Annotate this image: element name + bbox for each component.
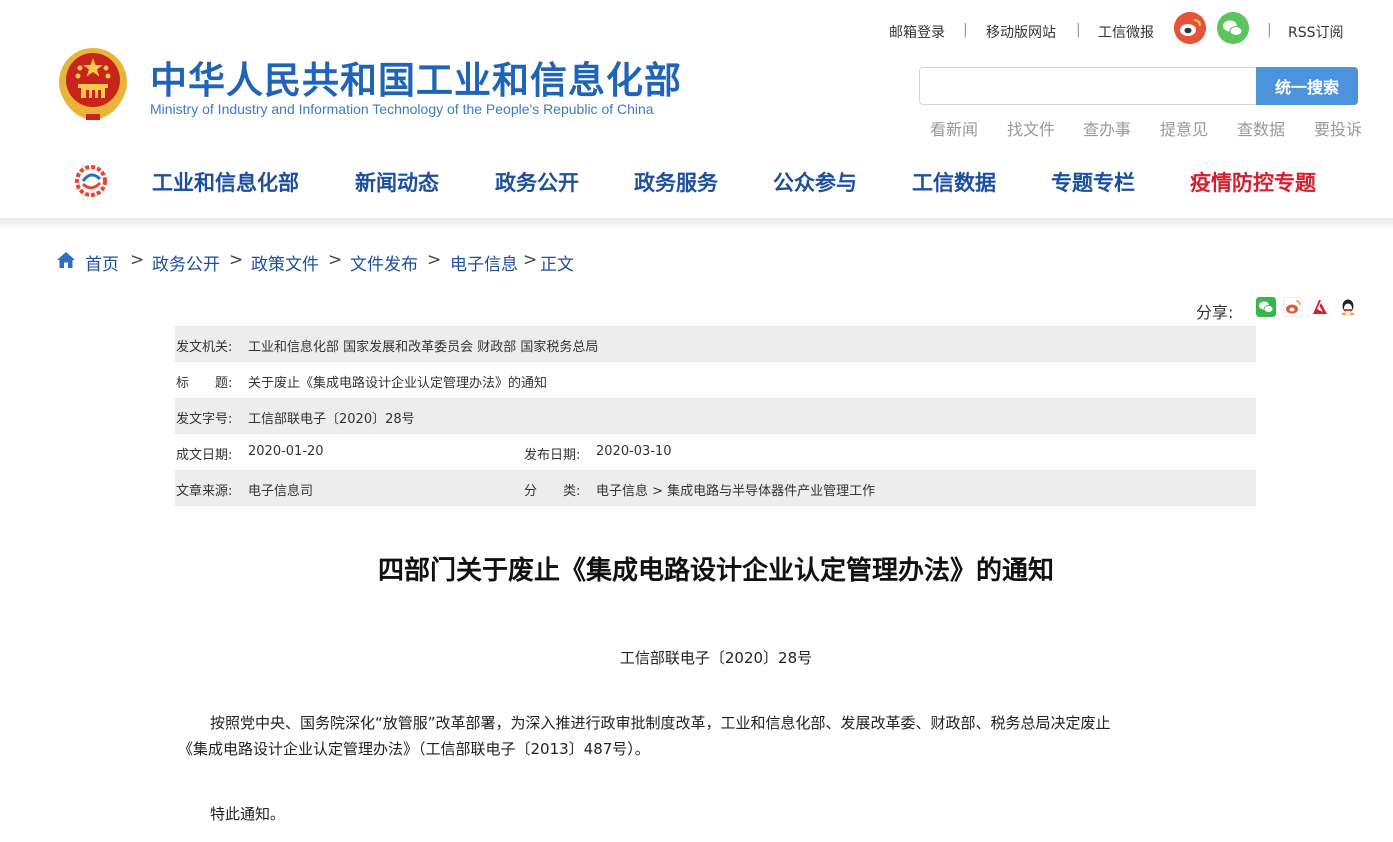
written-date-value: 2020-01-20	[248, 444, 324, 459]
article-title: 四部门关于废止《集成电路设计企业认定管理办法》的通知	[377, 556, 1054, 586]
breadcrumb-separator: >	[523, 250, 538, 270]
site-subtitle: Ministry of Industry and Information Tec…	[150, 101, 654, 117]
divider: |	[963, 22, 968, 38]
search-input[interactable]	[919, 67, 1257, 105]
info-row-source: 文章来源: 电子信息司 分 类: 电子信息 > 集成电路与半导体器件产业管理工作	[175, 470, 1256, 506]
breadcrumb-separator: >	[328, 250, 343, 270]
divider: |	[1267, 22, 1272, 38]
share-label: 分享:	[1196, 303, 1234, 322]
title-value: 关于废止《集成电路设计企业认定管理办法》的通知	[248, 376, 548, 391]
ministry-logo-icon[interactable]	[73, 164, 109, 198]
quick-link-files[interactable]: 找文件	[1007, 116, 1055, 140]
wechat-icon[interactable]	[1217, 12, 1249, 44]
breadcrumb-current: 正文	[540, 255, 574, 275]
breadcrumb-separator: >	[427, 250, 442, 270]
breadcrumb-separator: >	[130, 250, 145, 270]
category-value: 电子信息 > 集成电路与半导体器件产业管理工作	[596, 484, 876, 499]
search-button[interactable]: 统一搜索	[1256, 67, 1358, 105]
rss-link[interactable]: RSS订阅	[1288, 22, 1344, 42]
source-value: 电子信息司	[248, 484, 314, 499]
breadcrumb-public-affairs[interactable]: 政务公开	[152, 250, 220, 275]
category-label: 分 类:	[524, 484, 581, 499]
article-doc-number: 工信部联电子〔2020〕28号	[619, 649, 813, 667]
nav-item-participation[interactable]: 公众参与	[773, 167, 857, 197]
source-label: 文章来源:	[176, 484, 233, 499]
breadcrumb-separator: >	[229, 250, 244, 270]
nav-item-news[interactable]: 新闻动态	[355, 167, 439, 197]
weibo-icon[interactable]	[1283, 297, 1303, 317]
wechat-icon[interactable]	[1256, 297, 1276, 317]
document-info-table: 发文机关: 工业和信息化部 国家发展和改革委员会 财政部 国家税务总局 标 题:…	[175, 326, 1256, 506]
nav-item-data[interactable]: 工信数据	[912, 167, 996, 197]
info-row-number: 发文字号: 工信部联电子〔2020〕28号	[175, 398, 1256, 434]
issuer-label: 发文机关:	[176, 340, 233, 355]
number-label: 发文字号:	[176, 412, 233, 427]
home-icon[interactable]	[56, 251, 76, 269]
renren-icon[interactable]	[1310, 297, 1330, 317]
info-row-title: 标 题: 关于废止《集成电路设计企业认定管理办法》的通知	[175, 362, 1256, 398]
quick-link-data[interactable]: 查数据	[1237, 116, 1285, 140]
title-label: 标 题:	[176, 376, 233, 391]
nav-item-epidemic[interactable]: 疫情防控专题	[1190, 167, 1316, 197]
published-date-value: 2020-03-10	[596, 444, 672, 459]
mobile-site-link[interactable]: 移动版网站	[986, 22, 1056, 42]
number-value: 工信部联电子〔2020〕28号	[248, 412, 415, 427]
weibo-news-link[interactable]: 工信微报	[1098, 22, 1154, 42]
nav-item-services[interactable]: 政务服务	[634, 167, 718, 197]
quick-link-services[interactable]: 查办事	[1083, 116, 1131, 140]
breadcrumb-policy-files[interactable]: 政策文件	[251, 250, 319, 275]
qq-icon[interactable]	[1338, 297, 1358, 317]
article-closing: 特此通知。	[210, 805, 286, 823]
breadcrumb-electronics[interactable]: 电子信息	[450, 250, 518, 275]
quick-link-complaint[interactable]: 要投诉	[1314, 116, 1362, 140]
weibo-icon[interactable]	[1174, 12, 1206, 44]
top-links: 邮箱登录 | 移动版网站 | 工信微报 | RSS订阅	[833, 10, 1393, 50]
breadcrumb-file-release[interactable]: 文件发布	[350, 250, 418, 275]
issuer-value: 工业和信息化部 国家发展和改革委员会 财政部 国家税务总局	[248, 340, 599, 355]
site-header: 中华人民共和国工业和信息化部 Ministry of Industry and …	[0, 0, 1393, 220]
article-paragraph-line-1: 按照党中央、国务院深化“放管服”改革部署，为深入推进行政审批制度改革，工业和信息…	[210, 714, 1111, 732]
info-row-dates: 成文日期: 2020-01-20 发布日期: 2020-03-10	[175, 434, 1256, 470]
nav-item-ministry[interactable]: 工业和信息化部	[152, 167, 299, 197]
divider: |	[1076, 22, 1081, 38]
quick-link-news[interactable]: 看新闻	[930, 116, 978, 140]
quick-link-suggest[interactable]: 提意见	[1160, 116, 1208, 140]
nav-item-public-affairs[interactable]: 政务公开	[495, 167, 579, 197]
published-date-label: 发布日期:	[524, 448, 581, 463]
breadcrumb-home[interactable]: 首页	[85, 250, 119, 275]
national-emblem-icon[interactable]	[56, 44, 130, 124]
article-paragraph-line-2: 《集成电路设计企业认定管理办法》（工信部联电子〔2013〕487号）。	[178, 740, 650, 758]
written-date-label: 成文日期:	[176, 448, 233, 463]
site-title: 中华人民共和国工业和信息化部	[150, 59, 682, 102]
info-row-issuer: 发文机关: 工业和信息化部 国家发展和改革委员会 财政部 国家税务总局	[175, 326, 1256, 362]
mail-login-link[interactable]: 邮箱登录	[889, 22, 945, 42]
nav-item-topics[interactable]: 专题专栏	[1051, 167, 1135, 197]
header-divider	[0, 218, 1393, 228]
